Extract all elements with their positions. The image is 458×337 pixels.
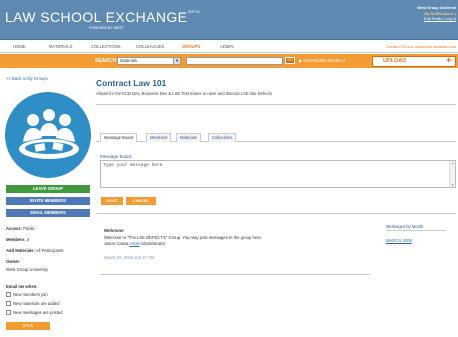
search-bar: SEARCH Materials ▼ GO ▶ ADVANCED SEARCH … [0,54,458,68]
checkbox-row: New messages are posted [6,310,63,316]
leave-group-button[interactable]: LEAVE GROUP [6,185,90,193]
members-value: 4 [26,237,30,242]
search-scope-value: Materials [120,57,137,63]
tab-members[interactable]: Members [146,133,172,142]
nav-groups[interactable]: GROUPS [182,44,200,49]
checkbox-new-materials[interactable] [6,301,11,307]
nav-collections[interactable]: COLLECTIONS [91,44,121,49]
post-date: March 20, 2008 at 6:47 AM [104,255,155,260]
post-body: Welcome to "The LSE DEFECT's" Group. You… [104,235,262,246]
chevron-down-icon: ▼ [173,57,180,64]
email-me-label: Email me when: [6,284,38,289]
scroll-down-icon[interactable]: ▼ [450,183,455,187]
app-logo[interactable]: LAW SCHOOL EXCHANGEBETA [5,9,200,25]
group-description: Allows for the KCB Dev, Business Dev & L… [96,91,272,96]
tab-collections[interactable]: Collections [208,133,237,142]
upload-label: UPLOAD [383,57,407,64]
checkbox-label: New messages are posted [13,310,63,315]
post-title: Welcome [104,228,124,233]
scroll-up-icon[interactable]: ▲ [450,161,455,165]
search-go-button[interactable]: GO [285,57,295,64]
invite-members-button[interactable]: INVITE MEMBERS [6,197,90,205]
messages-by-month-title: Messages by Month [386,224,424,229]
upload-button[interactable]: UPLOAD ✚ [372,55,456,67]
nav-right-links[interactable]: Create Ext Link lawschool.westlaw.com [386,44,456,49]
edit-profile-link[interactable]: Edit Profile | Log ot [417,17,456,23]
back-to-groups-link[interactable]: << Back to My Groups [6,76,48,81]
checkbox-row: New members join [6,292,48,298]
tab-message-board[interactable]: Message Board [100,133,138,142]
app-subtitle: POWERED BY WEST [89,26,124,30]
search-input[interactable] [186,56,283,65]
email-members-button[interactable]: EMAIL MEMBERS [6,209,90,217]
user-box: West Group Universit My Notifications ( … [417,6,456,23]
post-author-role: Administrator [140,240,166,246]
search-scope-select[interactable]: Materials ▼ [117,56,181,65]
upload-plus-icon: ✚ [446,57,451,64]
group-avatar [5,92,91,178]
members-label: Members: [6,237,26,242]
divider [96,104,456,105]
app-header: LAW SCHOOL EXCHANGEBETA POWERED BY WEST … [0,0,458,40]
divider [386,230,446,231]
checkbox-new-members[interactable] [6,292,11,298]
checkbox-row: New materials are added [6,301,60,307]
owner-value: West Group University [6,267,48,272]
message-textarea[interactable]: Type your message here [100,160,456,188]
nav-home[interactable]: HOME [13,44,26,49]
nav-colleagues[interactable]: COLLEAGUES [136,44,164,49]
search-label: SEARCH [95,58,117,64]
add-materials-info: Add Materials: All Participants [6,248,64,253]
app-title: LAW SCHOOL EXCHANGE [5,9,188,25]
post-button[interactable]: POST [101,197,123,205]
advanced-search-link[interactable]: ▶ ADVANCED SEARCH [299,58,345,63]
group-people-icon [19,109,79,159]
divider [96,213,456,214]
post-email-link[interactable]: email [129,241,139,246]
nav-admin[interactable]: ADMIN [220,44,234,49]
page-title: Contract Law 101 [96,78,167,88]
divider [100,274,370,275]
checkbox-label: New materials are added [13,301,60,306]
cancel-button[interactable]: CANCEL [126,197,156,205]
nav-materials[interactable]: MATERIALS [49,44,72,49]
beta-tag: BETA [188,9,201,14]
access-value: Public [23,226,35,231]
message-board-label: Message Board [100,154,132,159]
add-materials-label: Add Materials: [6,248,35,253]
user-name: West Group Universit [417,6,456,10]
tab-materials[interactable]: Materials [176,133,201,142]
checkbox-label: New members join [13,292,48,297]
add-materials-value: All Participants [35,248,64,253]
textarea-scrollbar[interactable]: ▲ ▼ [449,161,455,187]
post-author: Jason Cassa [104,240,129,246]
owner-label: Owner: [6,259,21,264]
access-label: Access: [6,226,23,231]
access-info: Access: Public [6,226,35,231]
tab-bar: Message Board Members Materials Collecti… [96,133,456,142]
members-info: Members: 4 [6,237,29,242]
save-button[interactable]: SAVE [6,322,50,330]
post-author-line: Jason Cassa email Administrator [104,241,262,247]
checkbox-new-messages[interactable] [6,310,11,316]
main-nav: HOME MATERIALS COLLECTIONS COLLEAGUES GR… [0,41,458,53]
month-link[interactable]: MARCH 2008 [386,238,412,243]
